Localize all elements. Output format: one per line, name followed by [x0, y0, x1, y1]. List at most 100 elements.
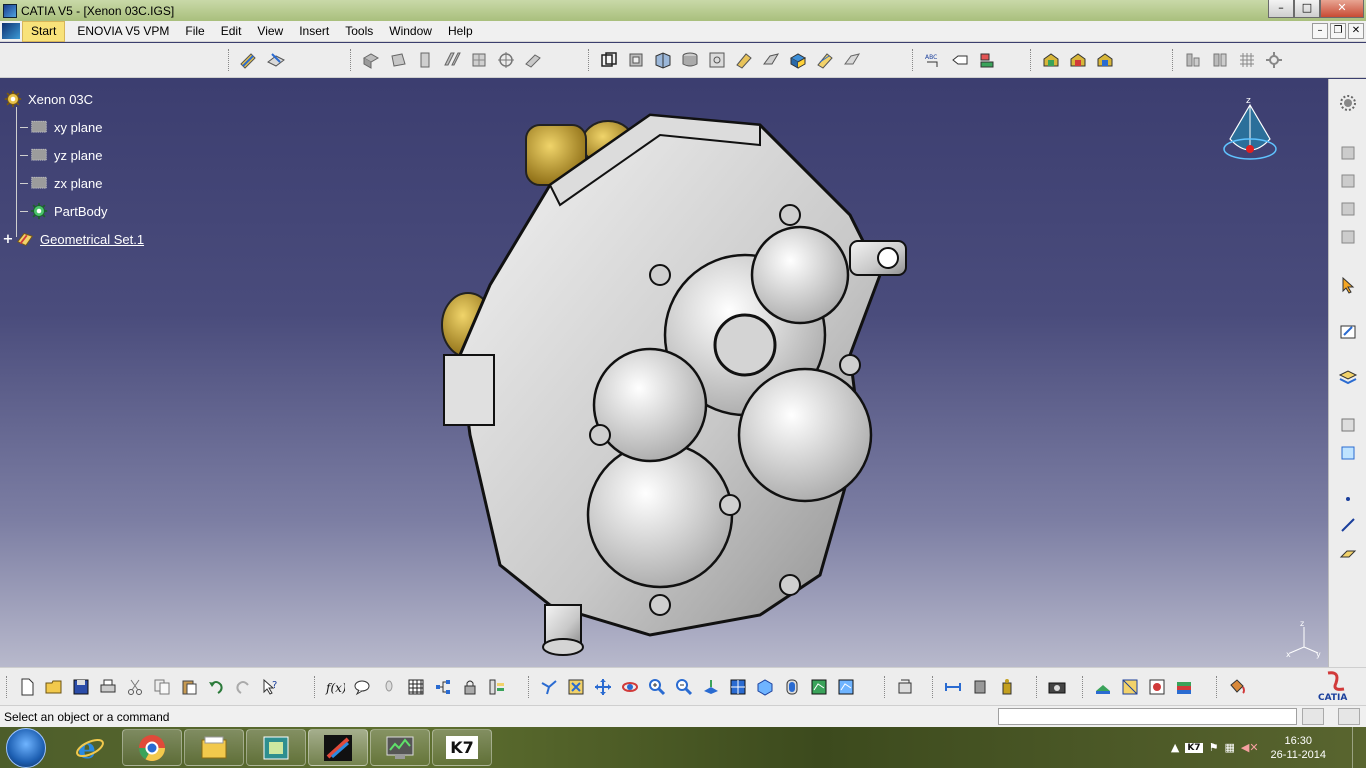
projection-icon[interactable] [1336, 225, 1360, 249]
paste-icon[interactable] [177, 675, 201, 699]
open-folder-icon[interactable] [42, 675, 66, 699]
lock-icon[interactable] [458, 675, 482, 699]
save-icon[interactable] [69, 675, 93, 699]
k7-icon[interactable]: K7 [432, 729, 492, 766]
paint-bucket-icon[interactable] [1225, 675, 1249, 699]
new-file-icon[interactable] [15, 675, 39, 699]
3d-annotation-icon[interactable] [975, 48, 999, 72]
toolbar-grip[interactable] [528, 676, 532, 698]
symmetry-icon[interactable] [813, 48, 837, 72]
normal-view-icon[interactable] [699, 675, 723, 699]
sketcher-icon[interactable] [237, 48, 261, 72]
zoom-out-icon[interactable] [672, 675, 696, 699]
windows-start-button[interactable] [6, 728, 46, 768]
multi-view-icon[interactable] [726, 675, 750, 699]
zoom-in-icon[interactable] [645, 675, 669, 699]
tree-item-zx-plane[interactable]: zx plane [2, 169, 144, 197]
minimize-button[interactable]: – [1268, 0, 1294, 18]
menu-enovia[interactable]: ENOVIA V5 VPM [69, 21, 177, 42]
camera-icon[interactable] [1045, 675, 1069, 699]
tray-expand-icon[interactable]: ▲ [1171, 741, 1179, 754]
trim-icon[interactable] [678, 48, 702, 72]
sketch-tool-icon[interactable] [1336, 319, 1360, 343]
toolbar-grip[interactable] [314, 676, 318, 698]
extract-icon[interactable] [732, 48, 756, 72]
toolbar-grip[interactable] [884, 676, 888, 698]
measure-between-icon[interactable] [941, 675, 965, 699]
redo-icon[interactable] [231, 675, 255, 699]
extrude-surface-icon[interactable] [359, 48, 383, 72]
command-clear-button[interactable] [1338, 708, 1360, 725]
iso-view-icon[interactable] [753, 675, 777, 699]
catalog-browser-icon[interactable] [893, 675, 917, 699]
environment-icon[interactable] [1145, 675, 1169, 699]
volume-muted-icon[interactable]: ◀✕ [1241, 741, 1259, 754]
cut-icon[interactable] [123, 675, 147, 699]
print-icon[interactable] [96, 675, 120, 699]
split-icon[interactable] [651, 48, 675, 72]
doc-restore-button[interactable]: ❐ [1330, 23, 1346, 39]
grid-icon[interactable] [1235, 48, 1259, 72]
toolbar-grip[interactable] [350, 49, 354, 71]
formula-icon[interactable]: f(x) [323, 675, 347, 699]
task-manager-icon[interactable] [370, 729, 430, 766]
menu-start[interactable]: Start [22, 20, 66, 42]
menu-help[interactable]: Help [440, 21, 481, 42]
rotate-view-icon[interactable] [618, 675, 642, 699]
select-arrow-icon[interactable] [1336, 273, 1360, 297]
doc-close-button[interactable]: ✕ [1348, 23, 1364, 39]
menu-window[interactable]: Window [381, 21, 440, 42]
tree-root[interactable]: Xenon 03C [2, 85, 144, 113]
text-annotation-icon[interactable]: ABC [921, 48, 945, 72]
action-center-flag-icon[interactable]: ⚑ [1209, 741, 1219, 754]
whats-this-icon[interactable]: ? [258, 675, 282, 699]
measure-table-icon[interactable] [404, 675, 428, 699]
render-stack-icon[interactable] [1172, 675, 1196, 699]
layers-icon[interactable] [1336, 365, 1360, 389]
table-icon[interactable] [1336, 413, 1360, 437]
menu-file[interactable]: File [177, 21, 212, 42]
menu-view[interactable]: View [249, 21, 291, 42]
light-icon[interactable] [377, 675, 401, 699]
healing-icon[interactable] [624, 48, 648, 72]
system-clock[interactable]: 16:30 26-11-2014 [1271, 734, 1326, 762]
join-icon[interactable] [597, 48, 621, 72]
catalog-icon[interactable] [1066, 48, 1090, 72]
apply-material-icon[interactable] [1039, 48, 1063, 72]
material-library-icon[interactable] [1091, 675, 1115, 699]
fly-mode-icon[interactable] [537, 675, 561, 699]
settings-gear-icon[interactable] [1336, 91, 1360, 115]
shading-icon[interactable] [780, 675, 804, 699]
catia-menu-icon[interactable] [2, 23, 20, 39]
swap-space-icon[interactable] [834, 675, 858, 699]
scene-icon[interactable] [1093, 48, 1117, 72]
blend-surface-icon[interactable] [521, 48, 545, 72]
catia-icon[interactable] [308, 729, 368, 766]
point-icon[interactable] [1336, 141, 1360, 165]
pan-icon[interactable] [591, 675, 615, 699]
translate-icon[interactable] [759, 48, 783, 72]
comment-icon[interactable] [350, 675, 374, 699]
3d-viewport[interactable]: Xenon 03C xy plane yz plane zx plane Par… [0, 79, 1328, 667]
expand-plus-icon[interactable]: + [2, 232, 14, 247]
toolbar-grip[interactable] [1216, 676, 1220, 698]
measure-inertia-icon[interactable] [995, 675, 1019, 699]
toolbar-grip[interactable] [1030, 49, 1034, 71]
sweep-surface-icon[interactable] [467, 48, 491, 72]
network-icon[interactable]: ▦ [1224, 741, 1234, 754]
tray-k7-icon[interactable]: K7 [1185, 742, 1203, 753]
part-model[interactable] [430, 105, 910, 665]
menu-tools[interactable]: Tools [337, 21, 381, 42]
close-button[interactable]: ✕ [1320, 0, 1364, 18]
toolbar-grip[interactable] [588, 49, 592, 71]
menu-edit[interactable]: Edit [213, 21, 250, 42]
plane-tool-icon[interactable] [1336, 197, 1360, 221]
hide-show-icon[interactable] [807, 675, 831, 699]
copy-icon[interactable] [150, 675, 174, 699]
toolbar-grip[interactable] [6, 676, 10, 698]
revolve-surface-icon[interactable] [386, 48, 410, 72]
snap-icon[interactable] [1208, 48, 1232, 72]
toolbar-grip[interactable] [1036, 676, 1040, 698]
show-desktop-button[interactable] [1352, 727, 1366, 768]
toolbar-grip[interactable] [1172, 49, 1176, 71]
